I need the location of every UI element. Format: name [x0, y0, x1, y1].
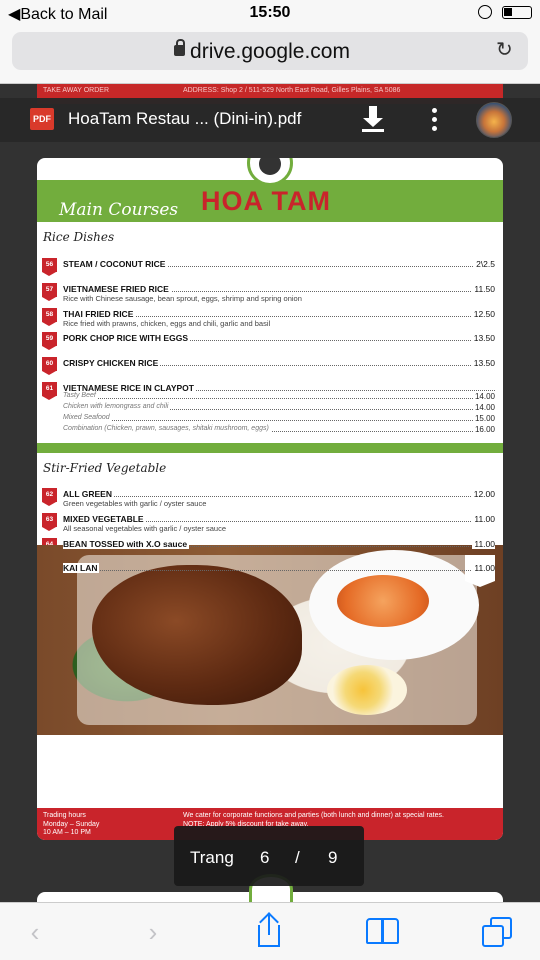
- rotation-lock-icon: [478, 5, 492, 19]
- variant-name: Combination (Chicken, prawn, sausages, s…: [63, 425, 271, 432]
- item-number: 61: [42, 382, 57, 400]
- pdf-viewer[interactable]: TAKE AWAY ORDER ADDRESS: Shop 2 / 511-52…: [0, 84, 540, 902]
- footer-line: 10 AM – 10 PM: [43, 829, 91, 836]
- take-away-label: TAKE AWAY ORDER: [43, 87, 109, 94]
- variant-name: Tasty Beef: [63, 392, 98, 399]
- footer-line: We cater for corporate functions and par…: [183, 812, 444, 819]
- clock: 15:50: [249, 4, 291, 21]
- pdf-page: Main Courses HOA TAM Rice Dishes 56 STEAM…: [37, 158, 503, 840]
- item-row: MIXED VEGETABLE 11.00: [63, 514, 495, 524]
- item-name: BEAN TOSSED with X.O sauce: [63, 539, 190, 549]
- share-icon[interactable]: [256, 912, 282, 947]
- tabs-icon[interactable]: [482, 917, 512, 947]
- variant-price: 15.00: [472, 414, 495, 423]
- dot-leader: [63, 420, 495, 421]
- item-price: 12.50: [471, 309, 495, 319]
- item-price: 11.00: [472, 514, 495, 524]
- bookmarks-icon[interactable]: [366, 918, 400, 946]
- variant-name: Chicken with lemongrass and chili: [63, 403, 171, 410]
- claypot-variant: Chicken with lemongrass and chili 14.00: [63, 403, 495, 412]
- battery-icon: [502, 6, 532, 19]
- item-name: ALL GREEN: [63, 489, 114, 499]
- dot-leader: [63, 570, 495, 571]
- safari-address-bar: drive.google.com ↻: [0, 28, 540, 84]
- page-label: Trang: [190, 848, 234, 867]
- item-name: VIETNAMESE FRIED RICE: [63, 284, 171, 294]
- item-price: 11.00: [472, 539, 495, 549]
- pdf-file-icon: PDF: [30, 108, 54, 130]
- item-price: 11.50: [472, 284, 495, 294]
- item-description: All seasonal vegetables with garlic / oy…: [63, 524, 227, 533]
- dot-leader: [63, 496, 495, 497]
- item-number: 56: [42, 258, 57, 276]
- footer-line: Trading hours: [43, 812, 86, 819]
- item-description: Rice with Chinese sausage, bean sprout, …: [63, 294, 302, 303]
- account-avatar[interactable]: [476, 102, 512, 138]
- item-name: MIXED VEGETABLE: [63, 514, 146, 524]
- claypot-variant: Tasty Beef 14.00: [63, 392, 495, 401]
- stir-fried-title: Stir-Fried Vegetable: [43, 461, 167, 475]
- variant-price: 14.00: [472, 403, 495, 412]
- item-number: 58: [42, 308, 57, 326]
- item-price: 13.50: [471, 358, 495, 368]
- item-description: Rice fried with prawns, chicken, eggs an…: [63, 319, 271, 328]
- page-separator: /: [295, 848, 300, 867]
- pork-chop-photo: 59: [37, 545, 503, 735]
- item-name: PORK CHOP RICE WITH EGGS: [63, 333, 190, 343]
- item-name: KAI LAN: [63, 563, 100, 573]
- variant-name: Mixed Seafood: [63, 414, 112, 421]
- section-divider: [37, 443, 503, 453]
- footer-line: Monday – Sunday: [43, 820, 100, 828]
- item-row: THAI FRIED RICE 12.50: [63, 309, 495, 319]
- dot-leader: [63, 398, 495, 399]
- safari-toolbar: ‹ ›: [0, 902, 540, 960]
- variant-price: 14.00: [472, 392, 495, 401]
- item-row: STEAM / COCONUT RICE 2\2.5: [63, 259, 495, 269]
- item-number: 62: [42, 488, 57, 506]
- pdf-title: HoaTam Restau ... (Dini-in).pdf: [68, 109, 302, 128]
- item-row: CRISPY CHICKEN RICE 13.50: [63, 358, 495, 368]
- current-page: 6: [260, 848, 270, 867]
- back-icon[interactable]: ‹: [20, 917, 50, 947]
- page-indicator: Trang 6 / 9: [174, 826, 364, 886]
- total-pages: 9: [328, 848, 338, 867]
- trading-hours: Trading hours Monday – Sunday 10 AM – 10…: [43, 812, 99, 838]
- claypot-variant: Combination (Chicken, prawn, sausages, s…: [63, 425, 495, 434]
- rice-dishes-title: Rice Dishes: [43, 230, 115, 244]
- item-description: Green vegetables with garlic / oyster sa…: [63, 499, 207, 508]
- reload-icon[interactable]: ↻: [496, 40, 516, 60]
- url-field[interactable]: drive.google.com ↻: [12, 32, 528, 70]
- pdf-toolbar: PDF HoaTam Restau ... (Dini-in).pdf: [0, 98, 540, 142]
- item-number: 60: [42, 357, 57, 375]
- section-heading: Main Courses: [59, 200, 179, 220]
- item-price: 2\2.5: [474, 259, 495, 269]
- item-number: 63: [42, 513, 57, 531]
- item-name: STEAM / COCONUT RICE: [63, 259, 168, 269]
- item-row: VIETNAMESE FRIED RICE 11.50: [63, 284, 495, 294]
- url-text: drive.google.com: [190, 40, 350, 63]
- claypot-variant: Mixed Seafood 15.00: [63, 414, 495, 423]
- item-price: 12.00: [471, 489, 495, 499]
- item-name: CRISPY CHICKEN RICE: [63, 358, 161, 368]
- item-row: ALL GREEN 12.00: [63, 489, 495, 499]
- variant-price: 16.00: [472, 425, 495, 434]
- item-number: 57: [42, 283, 57, 301]
- address-label: ADDRESS: Shop 2 / 511-529 North East Roa…: [183, 87, 401, 94]
- item-price: 13.50: [471, 333, 495, 343]
- item-number: 59: [42, 332, 57, 350]
- item-name: THAI FRIED RICE: [63, 309, 136, 319]
- item-price: 11.00: [472, 563, 495, 573]
- status-bar: ◀Back to Mail 15:50: [0, 0, 540, 28]
- item-row: PORK CHOP RICE WITH EGGS 13.50: [63, 333, 495, 343]
- brand-name: HOA TAM: [201, 186, 331, 216]
- more-options-icon[interactable]: [432, 108, 438, 132]
- download-icon[interactable]: [362, 106, 384, 132]
- forward-icon[interactable]: ›: [138, 917, 168, 947]
